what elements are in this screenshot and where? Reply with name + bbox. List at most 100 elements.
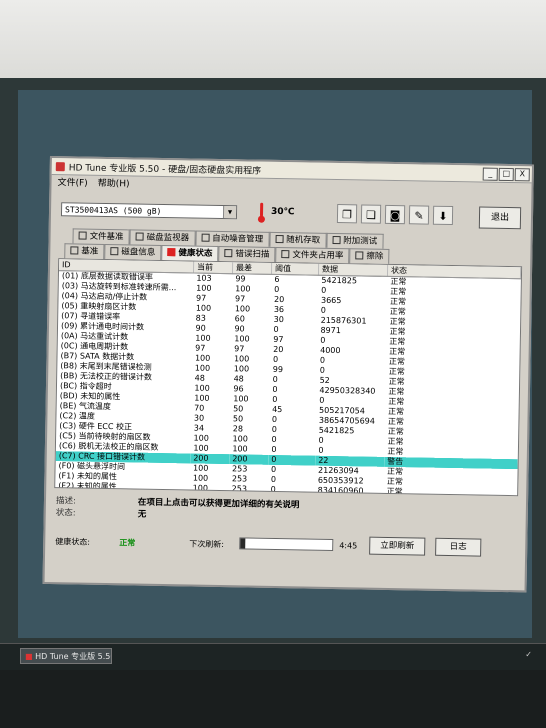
refresh-now-button[interactable]: 立即刷新 bbox=[369, 536, 426, 556]
maximize-button[interactable]: □ bbox=[498, 167, 514, 181]
cell-worst: 97 bbox=[234, 344, 245, 354]
health-status-value: 正常 bbox=[119, 538, 136, 548]
download-icon[interactable]: ⬇ bbox=[432, 205, 454, 226]
random-icon bbox=[275, 234, 284, 244]
cell-status: 正常 bbox=[386, 486, 403, 497]
hdtune-window: HD Tune 专业版 5.50 - 硬盘/固态硬盘实用程序 _ □ X 文件(… bbox=[42, 156, 534, 593]
status-text: 无 bbox=[137, 509, 147, 520]
cell-current: 97 bbox=[195, 343, 206, 353]
tab-random-access[interactable]: 随机存取 bbox=[268, 231, 327, 248]
hdtune-icon: ■ bbox=[25, 652, 33, 661]
cell-worst: 253 bbox=[231, 484, 248, 494]
tab-error-scan[interactable]: 错误扫描 bbox=[218, 245, 276, 262]
cell-current: 34 bbox=[193, 423, 205, 433]
cell-current: 100 bbox=[194, 353, 211, 363]
file-icon bbox=[78, 231, 87, 240]
cell-worst: 60 bbox=[234, 314, 245, 324]
cell-current: 100 bbox=[192, 473, 209, 483]
cell-current: 200 bbox=[190, 453, 230, 465]
column-header-worst[interactable]: 最差 bbox=[232, 262, 272, 275]
info-icon bbox=[110, 247, 119, 256]
scan-icon bbox=[224, 249, 233, 258]
cell-threshold: 6 bbox=[274, 274, 280, 285]
tab-extra-tests[interactable]: 附加测试 bbox=[326, 232, 384, 249]
cell-worst: 90 bbox=[234, 324, 245, 334]
cell-threshold: 0 bbox=[270, 484, 276, 494]
cell-current: 48 bbox=[194, 373, 205, 383]
cell-worst: 100 bbox=[233, 354, 250, 364]
cell-current: 100 bbox=[195, 303, 212, 313]
temperature-readout: 30℃ bbox=[270, 206, 295, 218]
tab-file-benchmark[interactable]: 文件基准 bbox=[72, 228, 130, 245]
cell-current: 30 bbox=[193, 413, 205, 423]
cell-current: 97 bbox=[195, 293, 207, 303]
cell-data: 42950328340 bbox=[319, 385, 376, 396]
column-header-current[interactable]: 当前 bbox=[193, 261, 233, 274]
cell-current: 103 bbox=[196, 273, 212, 283]
tab-aam[interactable]: 自动噪音管理 bbox=[194, 230, 270, 247]
tab-disk-monitor[interactable]: 磁盘监视器 bbox=[129, 229, 196, 246]
cell-current: 100 bbox=[193, 433, 209, 443]
copy-icon[interactable]: ❐ bbox=[336, 204, 358, 224]
cell-worst: 100 bbox=[234, 304, 251, 314]
monitor-bezel bbox=[0, 670, 546, 728]
cell-current: 70 bbox=[194, 403, 205, 413]
cell-data: 5421825 bbox=[321, 275, 358, 286]
close-button[interactable]: X bbox=[514, 167, 530, 181]
cell-current: 100 bbox=[194, 383, 210, 393]
copy-all-icon[interactable]: ❏ bbox=[360, 204, 382, 224]
cell-current: 83 bbox=[195, 313, 206, 323]
next-refresh-label: 下次刷新: bbox=[189, 539, 225, 550]
cell-current: 100 bbox=[192, 463, 209, 473]
refresh-progress-bar bbox=[239, 537, 334, 552]
cell-worst: 99 bbox=[235, 274, 246, 284]
cell-data: 5421825 bbox=[318, 425, 355, 436]
cell-worst: 48 bbox=[233, 374, 244, 384]
drive-select[interactable]: ST3500413AS (500 gB) ▼ bbox=[60, 202, 238, 220]
cell-worst: 100 bbox=[234, 334, 250, 344]
cell-current: 100 bbox=[193, 443, 209, 453]
minimize-button[interactable]: _ bbox=[482, 167, 498, 181]
cell-current: 100 bbox=[195, 333, 211, 343]
camera-icon[interactable]: ◙ bbox=[384, 204, 406, 225]
cell-data: 834160960 bbox=[317, 485, 364, 496]
taskbar: ■ HD Tune 专业版 5.50 - ✓ bbox=[0, 643, 546, 670]
menu-file[interactable]: 文件(F) bbox=[57, 175, 87, 189]
status-label: 状态: bbox=[55, 508, 76, 519]
column-header-data[interactable]: 数据 bbox=[318, 263, 388, 277]
app-icon bbox=[55, 161, 65, 171]
cell-worst: 200 bbox=[229, 454, 269, 465]
tray-check-icon[interactable]: ✓ bbox=[525, 650, 532, 659]
taskbar-button-hdtune[interactable]: ■ HD Tune 专业版 5.50 - bbox=[20, 648, 112, 664]
folder-icon bbox=[281, 250, 290, 259]
cell-worst: 100 bbox=[233, 364, 250, 374]
cell-current: 100 bbox=[194, 363, 211, 373]
erase-icon bbox=[355, 251, 364, 260]
health-status-label: 健康状态: bbox=[55, 537, 91, 547]
health-cross-icon bbox=[167, 248, 176, 257]
log-button[interactable]: 日志 bbox=[435, 537, 482, 557]
cell-current: 90 bbox=[195, 323, 206, 333]
column-header-threshold[interactable]: 阈值 bbox=[271, 262, 319, 276]
exit-button[interactable]: 退出 bbox=[478, 206, 522, 230]
cell-current: 100 bbox=[196, 283, 212, 293]
tab-health[interactable]: 健康状态 bbox=[161, 244, 219, 261]
cell-current: 100 bbox=[194, 393, 210, 403]
cell-current: 100 bbox=[192, 483, 209, 493]
description-area: 描述: 在项目上点击可以获得更加详细的有关说明 状态: 无 bbox=[54, 494, 518, 528]
cell-worst: 28 bbox=[232, 424, 244, 434]
status-bar: 健康状态: 正常 下次刷新: 4:45 立即刷新 日志 bbox=[53, 530, 517, 560]
settings-icon[interactable]: ✎ bbox=[408, 205, 430, 225]
cell-data: 4000 bbox=[320, 345, 341, 356]
tab-erase[interactable]: 擦除 bbox=[349, 248, 390, 264]
cell-data: 8971 bbox=[320, 325, 341, 336]
cell-worst: 96 bbox=[233, 384, 244, 394]
tab-disk-info[interactable]: 磁盘信息 bbox=[104, 243, 162, 260]
menu-help[interactable]: 帮助(H) bbox=[98, 176, 130, 190]
description-label: 描述: bbox=[55, 496, 76, 507]
tab-folder-usage[interactable]: 文件夹占用率 bbox=[275, 246, 350, 264]
taskbar-item-label: HD Tune 专业版 5.50 - bbox=[35, 652, 111, 661]
cell-worst: 100 bbox=[233, 394, 249, 404]
tab-benchmark[interactable]: 基准 bbox=[64, 243, 105, 259]
chevron-down-icon[interactable]: ▼ bbox=[222, 206, 237, 219]
